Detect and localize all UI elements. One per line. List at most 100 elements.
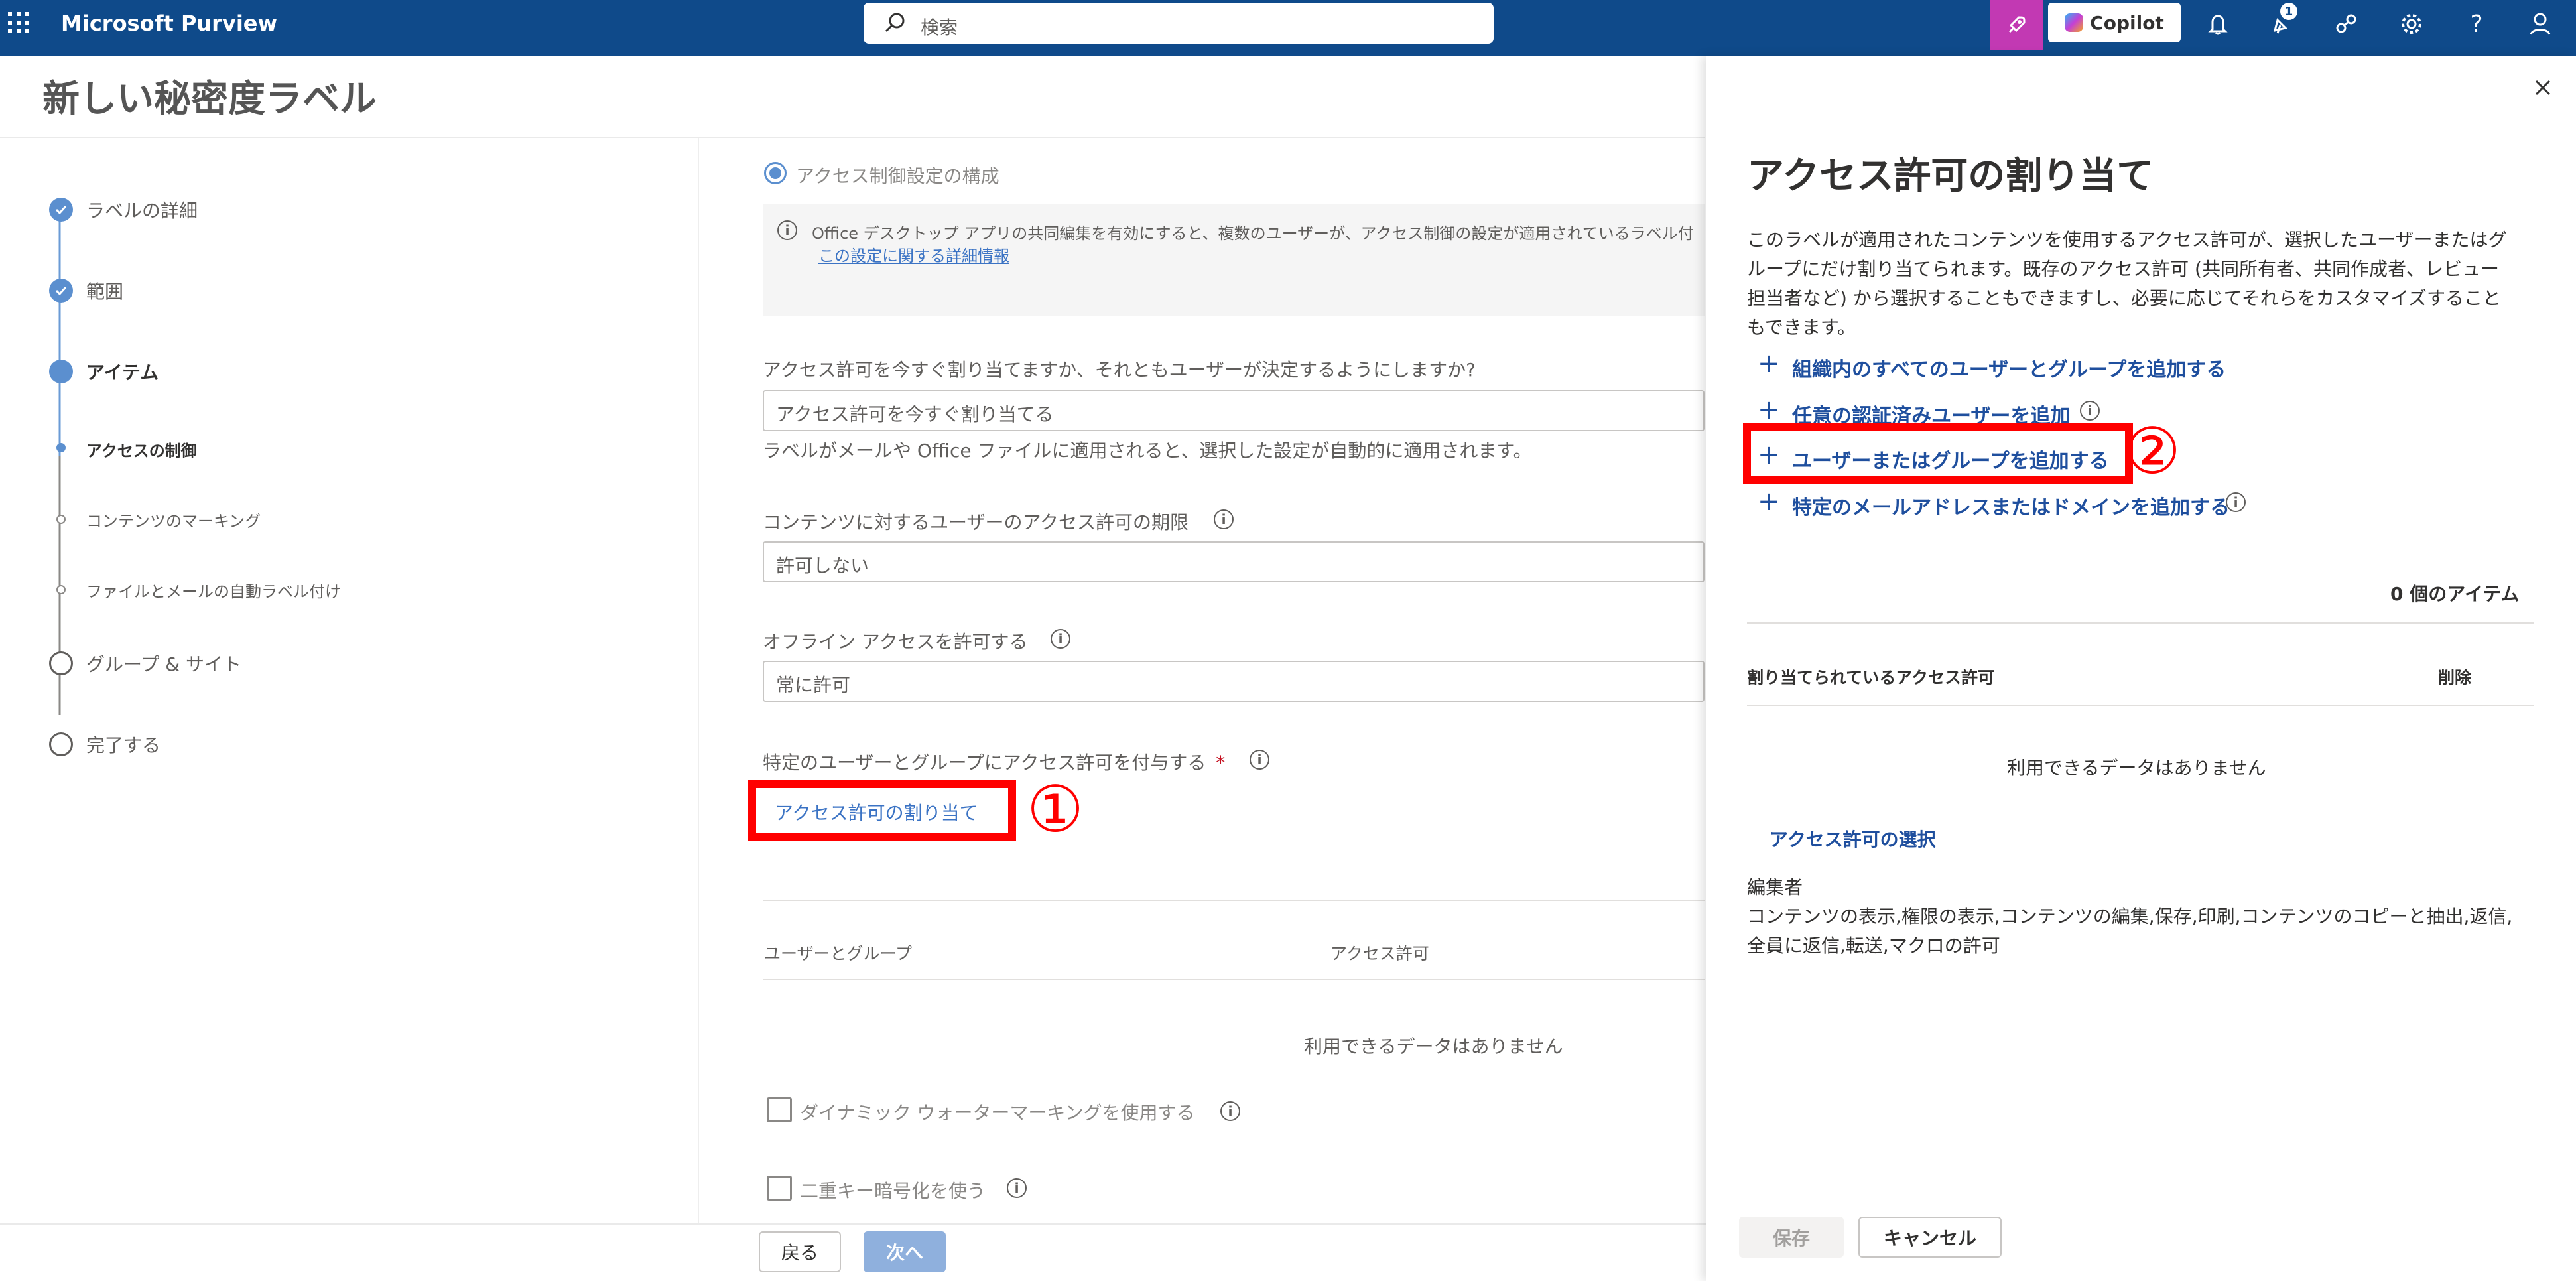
assign-help-text: ラベルがメールや Office ファイルに適用されると、選択した設定が自動的に適…	[763, 440, 1532, 462]
search-input[interactable]: 検索	[921, 13, 958, 40]
grant-info-icon[interactable]: i	[1250, 750, 1269, 770]
step-label-details[interactable]: ラベルの詳細	[86, 196, 198, 223]
double-key-checkbox[interactable]	[767, 1176, 792, 1201]
radio-selected-dot	[769, 167, 781, 179]
panel-description-line-3: 担当者など) から選択することもできますし、必要に応じてそれらをカスタマイズする…	[1747, 287, 2502, 309]
account-avatar-icon[interactable]	[2520, 4, 2560, 44]
grant-permissions-label: 特定のユーザーとグループにアクセス許可を付与する *	[763, 748, 1225, 775]
offline-value: 常に許可	[776, 674, 851, 696]
table-top-divider	[763, 900, 1705, 901]
step-label-finish[interactable]: 完了する	[86, 731, 161, 758]
info-icon: i	[777, 220, 797, 240]
close-icon[interactable]	[2530, 74, 2556, 101]
editor-permissions-line-1: コンテンツの表示,権限の表示,コンテンツの編集,保存,印刷,コンテンツのコピーと…	[1747, 906, 2513, 927]
plus-icon: +	[1758, 440, 1780, 470]
assign-permissions-link[interactable]: アクセス許可の割り当て	[775, 799, 978, 825]
step-label-scope[interactable]: 範囲	[86, 277, 123, 304]
table-header-divider	[763, 979, 1705, 980]
offline-dropdown[interactable]: 常に許可	[763, 661, 1705, 702]
table-empty-text: 利用できるデータはありません	[1304, 1036, 1563, 1057]
substep-pending-dot	[56, 585, 66, 594]
step-pending-circle	[49, 651, 73, 675]
search-icon	[883, 11, 907, 35]
settings-gear-icon[interactable]	[2392, 4, 2431, 44]
double-key-info-icon[interactable]: i	[1007, 1178, 1027, 1198]
coauthoring-info-link[interactable]: この設定に関する詳細情報	[818, 243, 1009, 266]
authenticated-info-icon[interactable]: i	[2080, 401, 2100, 421]
panel-description-line-2: ループにだけ割り当てられます。既存のアクセス許可 (共同所有者、共同作成者、レビ…	[1747, 258, 2499, 280]
annotation-number-2: ②	[2124, 414, 2181, 488]
back-button[interactable]: 戻る	[759, 1231, 841, 1272]
footer-bar	[0, 1223, 1706, 1281]
substep-label-access-control[interactable]: アクセスの制御	[86, 438, 197, 461]
step-label-groups-sites[interactable]: グループ & サイト	[86, 650, 241, 677]
app-name[interactable]: Microsoft Purview	[61, 11, 277, 36]
save-button[interactable]: 保存	[1739, 1217, 1844, 1258]
add-users-or-groups-link[interactable]: ユーザーまたはグループを追加する	[1792, 444, 2109, 474]
notification-bell-icon[interactable]	[2198, 4, 2238, 44]
substep-label-auto-labeling[interactable]: ファイルとメールの自動ラベル付け	[86, 578, 341, 602]
expiry-dropdown[interactable]: 許可しない	[763, 541, 1705, 582]
expiry-label: コンテンツに対するユーザーのアクセス許可の期限	[763, 511, 1189, 533]
page-title: 新しい秘密度ラベル	[42, 78, 377, 121]
offline-info-icon[interactable]: i	[1051, 629, 1070, 649]
copilot-label: Copilot	[2090, 11, 2164, 34]
watermark-info-icon[interactable]: i	[1220, 1101, 1240, 1121]
coauthoring-info-text: Office デスクトップ アプリの共同編集を有効にすると、複数のユーザーが、ア…	[812, 224, 1694, 243]
panel-title: アクセス許可の割り当て	[1747, 155, 2154, 198]
table-header-users-groups: ユーザーとグループ	[764, 944, 913, 963]
table-header-permissions: アクセス許可	[1330, 944, 1429, 963]
editor-role-label: 編集者	[1747, 876, 1803, 898]
panel-description-line-4: もできます。	[1747, 316, 1856, 338]
search-box[interactable]: 検索	[864, 3, 1494, 44]
panel-table-divider	[1747, 705, 2534, 706]
notification-badge: 1	[2280, 3, 2297, 20]
add-all-users-groups-link[interactable]: 組織内のすべてのユーザーとグループを追加する	[1792, 353, 2226, 382]
double-key-label: 二重キー暗号化を使う	[800, 1180, 986, 1202]
step-current-dot	[49, 360, 73, 383]
help-icon[interactable]: ?	[2457, 4, 2496, 44]
step-label-items[interactable]: アイテム	[86, 358, 159, 385]
panel-description-line-1: このラベルが適用されたコンテンツを使用するアクセス許可が、選択したユーザーまたは…	[1747, 229, 2507, 251]
app-launcher-icon[interactable]	[5, 9, 32, 36]
next-button[interactable]: 次へ	[864, 1231, 946, 1272]
assign-now-dropdown[interactable]: アクセス許可を今すぐ割り当てる	[763, 390, 1705, 431]
dynamic-watermark-checkbox[interactable]	[767, 1097, 792, 1122]
access-control-radio[interactable]	[764, 162, 787, 184]
top-bar: Microsoft Purview 検索 Copilot 1 ?	[0, 0, 2576, 56]
panel-empty-text: 利用できるデータはありません	[2007, 757, 2266, 779]
column-assigned-permissions: 割り当てられているアクセス許可	[1747, 668, 1995, 687]
whats-new-icon[interactable]: 1	[2262, 3, 2301, 44]
assign-now-value: アクセス許可を今すぐ割り当てる	[776, 403, 1054, 425]
plus-icon: +	[1758, 348, 1780, 379]
wizard-stepper: ラベルの詳細 範囲 アイテム アクセスの制御 コンテンツのマーキング ファイルと…	[0, 138, 696, 801]
copilot-button[interactable]: Copilot	[2048, 3, 2181, 42]
required-mark: *	[1216, 752, 1226, 774]
add-email-domain-link[interactable]: 特定のメールアドレスまたはドメインを追加する	[1792, 491, 2230, 520]
copilot-icon	[2065, 13, 2084, 32]
expiry-info-icon[interactable]: i	[1214, 509, 1234, 529]
assign-question-label: アクセス許可を今すぐ割り当てますか、それともユーザーが決定するようにしますか?	[763, 359, 1476, 381]
step-done-check-icon	[49, 198, 73, 222]
select-permissions-link[interactable]: アクセス許可の選択	[1770, 825, 1936, 852]
coauthoring-info-box: i Office デスクトップ アプリの共同編集を有効にすると、複数のユーザーが…	[763, 204, 1705, 316]
count-divider	[1747, 622, 2534, 624]
substep-label-content-marking[interactable]: コンテンツのマーキング	[86, 508, 261, 531]
expiry-value: 許可しない	[776, 555, 869, 576]
editor-permissions-line-2: 全員に返信,転送,マクロの許可	[1747, 935, 2000, 957]
dynamic-watermark-label: ダイナミック ウォーターマーキングを使用する	[800, 1102, 1195, 1124]
grant-permissions-text: 特定のユーザーとグループにアクセス許可を付与する	[763, 752, 1206, 774]
substep-current-dot	[56, 443, 66, 452]
email-domain-info-icon[interactable]: i	[2226, 492, 2246, 512]
access-control-radio-label: アクセス制御設定の構成	[796, 165, 999, 187]
substep-pending-dot	[56, 515, 66, 524]
item-count: 0 個のアイテム	[2390, 583, 2520, 605]
rocket-icon-button[interactable]	[1990, 0, 2043, 50]
plus-icon: +	[1758, 395, 1780, 425]
offline-label: オフライン アクセスを許可する	[763, 631, 1028, 653]
column-delete: 削除	[2438, 668, 2472, 687]
plus-icon: +	[1758, 486, 1780, 517]
cancel-button[interactable]: キャンセル	[1858, 1217, 2002, 1258]
step-pending-circle	[49, 732, 73, 756]
connections-icon[interactable]	[2327, 4, 2366, 44]
